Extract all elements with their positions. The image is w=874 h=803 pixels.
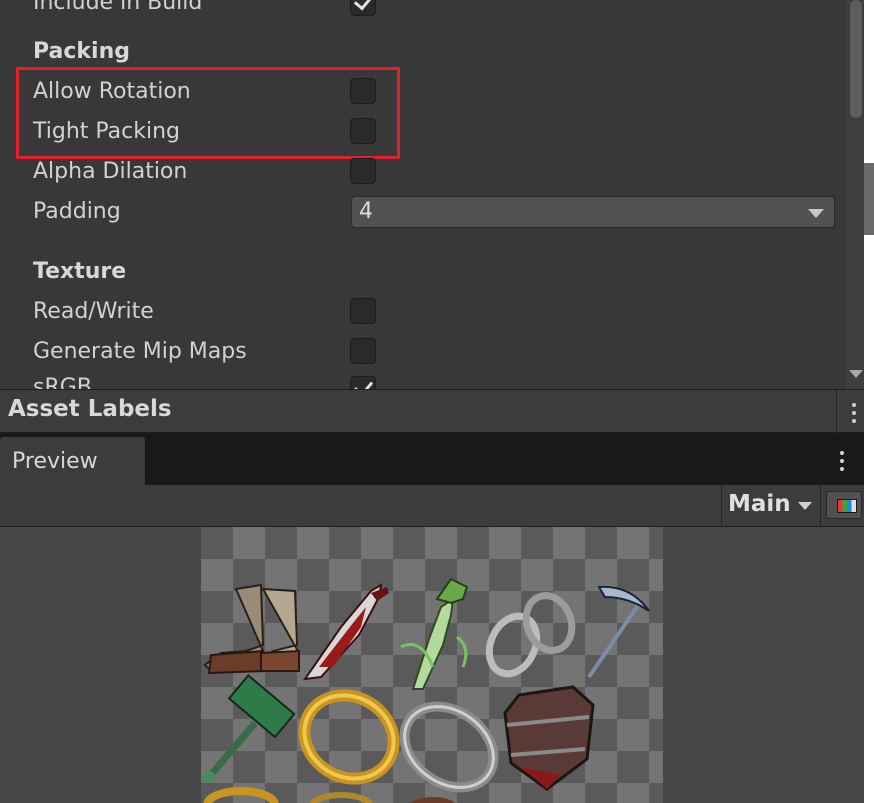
include-in-build-checkbox[interactable] <box>350 0 376 16</box>
scythe-staff-sprite-icon <box>587 585 650 679</box>
preview-tab-bar: Preview <box>0 433 864 485</box>
read-write-checkbox[interactable] <box>350 298 376 324</box>
boots-sprite-icon <box>203 583 301 675</box>
preview-toolbar: Main <box>0 485 864 527</box>
read-write-label: Read/Write <box>33 299 154 324</box>
padding-value: 4 <box>359 199 373 224</box>
srgb-checkbox[interactable] <box>350 376 376 389</box>
asset-labels-title: Asset Labels <box>8 396 172 422</box>
packing-header: Packing <box>33 39 131 64</box>
padding-dropdown[interactable]: 4 <box>351 196 835 228</box>
tab-preview-label: Preview <box>12 449 98 474</box>
sprite-atlas-preview[interactable] <box>201 527 663 803</box>
scroll-down-arrow-icon[interactable] <box>849 370 863 378</box>
alpha-dilation-checkbox[interactable] <box>350 158 376 184</box>
tab-preview[interactable]: Preview <box>0 437 145 485</box>
generate-mip-maps-checkbox[interactable] <box>350 338 376 364</box>
rgb-channels-icon <box>837 499 857 513</box>
include-in-build-label: Include in Build <box>33 0 203 15</box>
green-sword-sprite-icon <box>400 577 469 690</box>
highlight-box <box>16 67 400 159</box>
channel-dropdown[interactable]: Main <box>721 485 821 526</box>
window-scrollbar-track[interactable] <box>864 0 874 803</box>
inspector-panel: Include in Build Packing Allow Rotation … <box>0 0 864 389</box>
asset-labels-bar[interactable]: Asset Labels <box>0 389 864 434</box>
preview-menu-icon[interactable] <box>840 451 844 475</box>
silver-ring-sprite-icon <box>399 701 499 793</box>
preview-area <box>0 527 864 803</box>
inspector-scroll-thumb[interactable] <box>850 0 862 118</box>
green-hammer-sprite-icon <box>203 674 296 783</box>
inspector-scrollbar[interactable] <box>846 0 864 389</box>
rgb-channels-button[interactable] <box>826 491 862 519</box>
red-sword-sprite-icon <box>302 583 389 681</box>
alpha-dilation-label: Alpha Dilation <box>33 159 188 184</box>
gold-amulet-sprite-icon <box>203 787 279 803</box>
srgb-label: sRGB <box>33 375 92 389</box>
chevron-down-icon <box>808 209 824 218</box>
texture-header: Texture <box>33 259 127 284</box>
gold-ring-sprite-icon <box>298 689 400 785</box>
asset-labels-menu-icon[interactable] <box>852 403 856 427</box>
wooden-shield-sprite-icon <box>503 685 595 791</box>
asset-labels-divider <box>836 390 837 434</box>
channel-value: Main <box>728 491 791 517</box>
chevron-down-icon <box>798 502 812 510</box>
leather-item-sprite-icon <box>410 797 456 803</box>
window-scroll-thumb[interactable] <box>864 163 874 235</box>
padding-label: Padding <box>33 199 121 224</box>
generate-mip-maps-label: Generate Mip Maps <box>33 339 247 364</box>
atlas-sprites <box>203 577 650 803</box>
silver-rings-sprite-icon <box>485 592 576 678</box>
gold-band-sprite-icon <box>309 792 373 803</box>
